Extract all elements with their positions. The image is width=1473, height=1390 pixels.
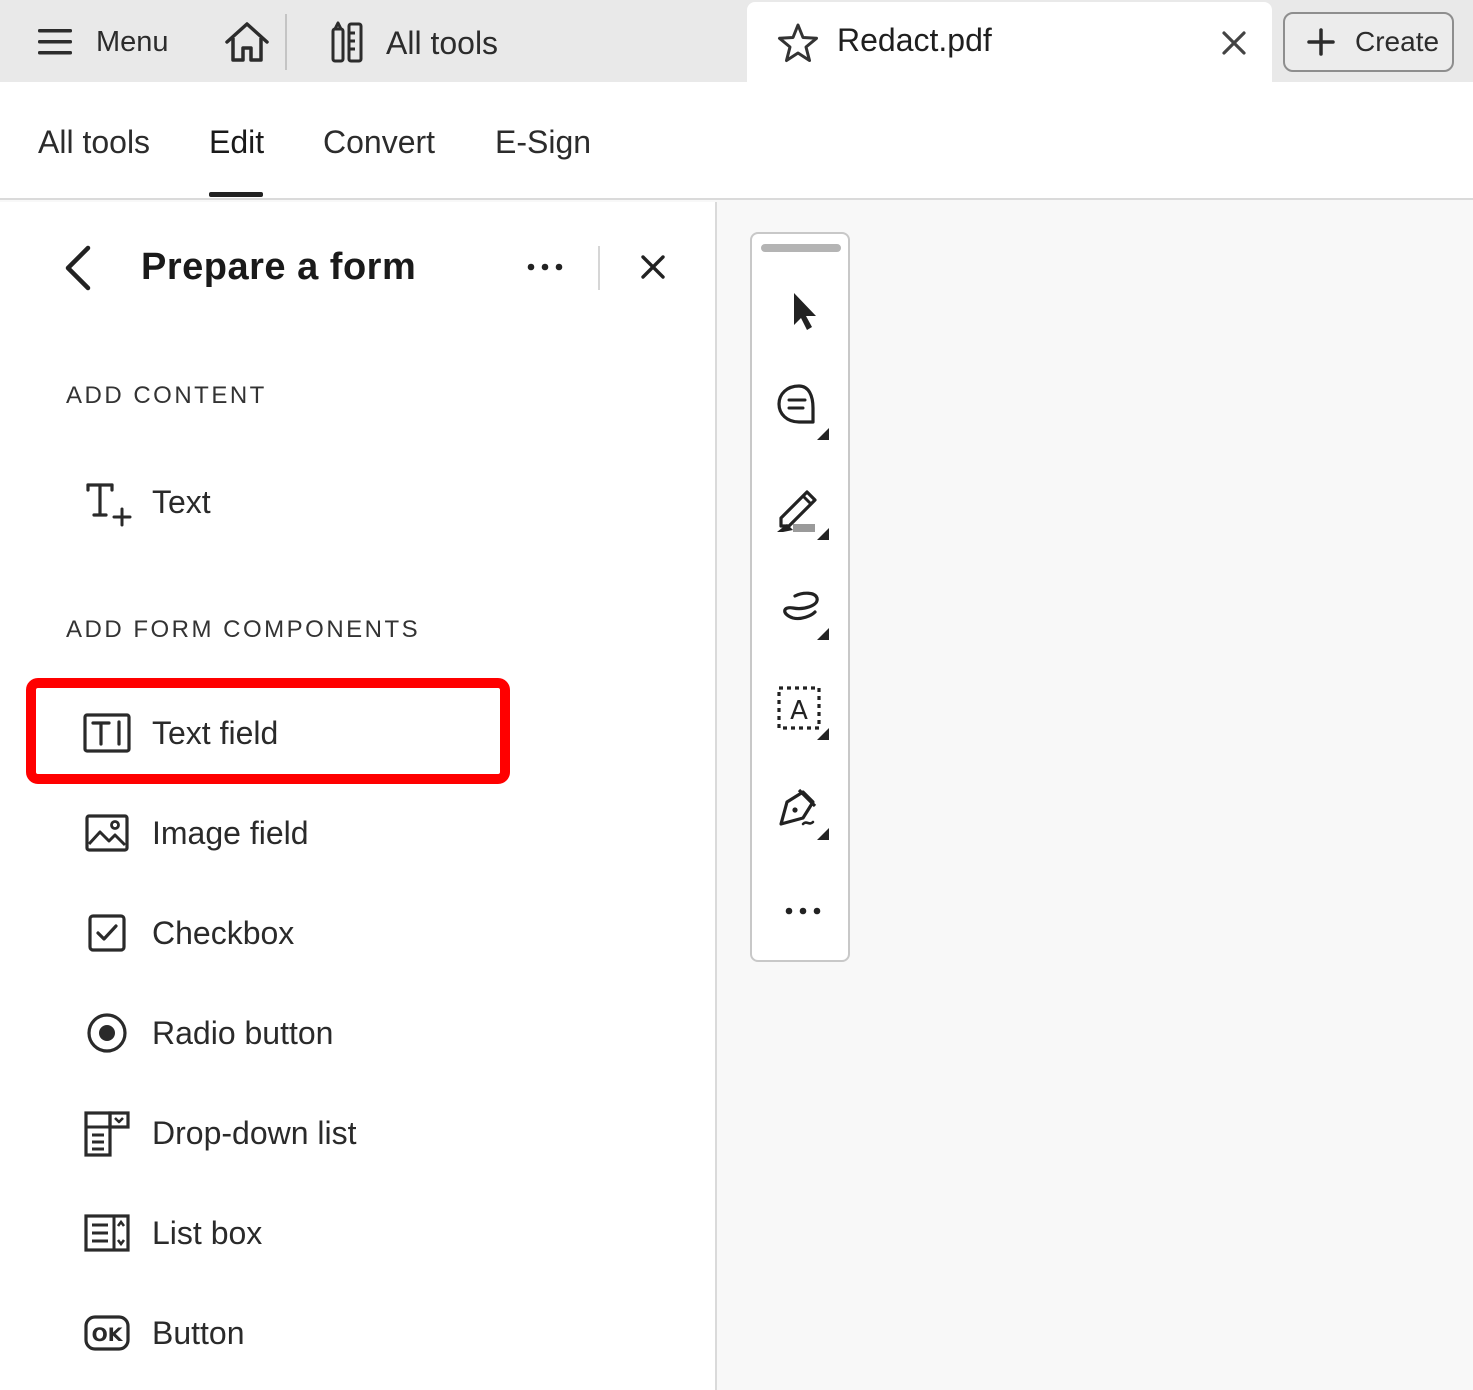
back-arrow-icon[interactable]	[58, 242, 98, 294]
text-add-icon	[86, 483, 132, 527]
select-tool-button[interactable]	[772, 280, 834, 342]
draw-tool-button[interactable]	[772, 580, 834, 642]
close-panel-icon[interactable]	[636, 250, 670, 284]
svg-text:A: A	[790, 696, 808, 726]
more-options-icon[interactable]	[520, 252, 570, 282]
button-item[interactable]: OK Button	[80, 1303, 245, 1363]
sign-tool-button[interactable]	[772, 780, 834, 842]
image-field-item[interactable]: Image field	[80, 803, 309, 863]
prepare-form-panel: Prepare a form ADD CONTENT Text ADD FORM…	[0, 202, 717, 1390]
section-add-content: ADD CONTENT	[66, 382, 267, 409]
sign-pen-icon	[779, 788, 829, 840]
tab-all-tools[interactable]: All tools	[38, 124, 150, 161]
select-cursor-icon	[794, 293, 816, 330]
create-button[interactable]: Create	[1283, 12, 1454, 72]
all-tools-button[interactable]: All tools	[330, 18, 498, 68]
more-tools-button[interactable]	[772, 880, 834, 942]
home-icon	[225, 22, 269, 62]
svg-text:OK: OK	[92, 1324, 124, 1346]
comment-tool-button[interactable]	[772, 380, 834, 442]
top-bar: Menu All tools Redact.pdf Create	[0, 0, 1473, 82]
toolbar-divider	[285, 14, 287, 70]
image-field-label: Image field	[152, 814, 309, 851]
section-add-form-components: ADD FORM COMPONENTS	[66, 616, 421, 643]
radio-button-item[interactable]: Radio button	[80, 1003, 333, 1063]
checkbox-item[interactable]: Checkbox	[80, 903, 294, 963]
tool-nav: All tools Edit Convert E-Sign	[0, 82, 1473, 200]
menu-label: Menu	[96, 25, 169, 58]
list-box-item[interactable]: List box	[80, 1203, 262, 1263]
text-tool-label: Text	[152, 483, 211, 520]
dropdown-list-label: Drop-down list	[152, 1114, 357, 1151]
checkbox-label: Checkbox	[152, 914, 295, 951]
radio-button-icon	[87, 1013, 127, 1053]
button-label: Button	[152, 1314, 245, 1351]
hamburger-icon	[38, 29, 72, 55]
document-tab[interactable]: Redact.pdf	[747, 2, 1272, 82]
checkbox-icon	[88, 914, 126, 952]
text-box-tool-button[interactable]: A	[772, 680, 834, 742]
panel-header-divider	[598, 246, 600, 290]
list-box-label: List box	[152, 1214, 263, 1251]
text-field-item[interactable]: Text field	[80, 703, 278, 763]
tab-edit[interactable]: Edit	[209, 124, 264, 161]
more-icon	[785, 907, 821, 915]
active-tab-indicator	[209, 192, 263, 197]
dropdown-list-icon	[84, 1111, 130, 1157]
quick-tools-bar: A	[750, 232, 850, 962]
close-tab-icon[interactable]	[1217, 26, 1251, 60]
image-field-icon	[85, 814, 129, 852]
text-field-label: Text field	[152, 714, 279, 751]
document-tab-title: Redact.pdf	[837, 22, 992, 58]
radio-button-label: Radio button	[152, 1014, 334, 1051]
create-label: Create	[1355, 26, 1440, 57]
toolbar-drag-handle[interactable]	[761, 244, 841, 252]
star-icon[interactable]	[777, 22, 819, 64]
menu-button[interactable]: Menu	[36, 20, 169, 64]
plus-icon	[1307, 28, 1335, 56]
home-button[interactable]	[220, 16, 274, 68]
tab-e-sign[interactable]: E-Sign	[495, 124, 591, 161]
all-tools-label: All tools	[386, 24, 499, 61]
freehand-draw-icon	[783, 591, 829, 640]
ok-button-icon: OK	[84, 1315, 130, 1351]
panel-title: Prepare a form	[141, 246, 417, 288]
text-tool-item[interactable]: Text	[80, 472, 211, 532]
text-field-icon	[83, 713, 131, 753]
text-box-icon: A	[777, 686, 829, 740]
comment-icon	[777, 384, 829, 440]
list-box-icon	[84, 1214, 130, 1252]
tools-icon	[331, 21, 363, 63]
tab-convert[interactable]: Convert	[323, 124, 435, 161]
highlight-pen-icon	[777, 490, 829, 540]
highlight-tool-button[interactable]	[772, 480, 834, 542]
dropdown-list-item[interactable]: Drop-down list	[80, 1103, 357, 1163]
